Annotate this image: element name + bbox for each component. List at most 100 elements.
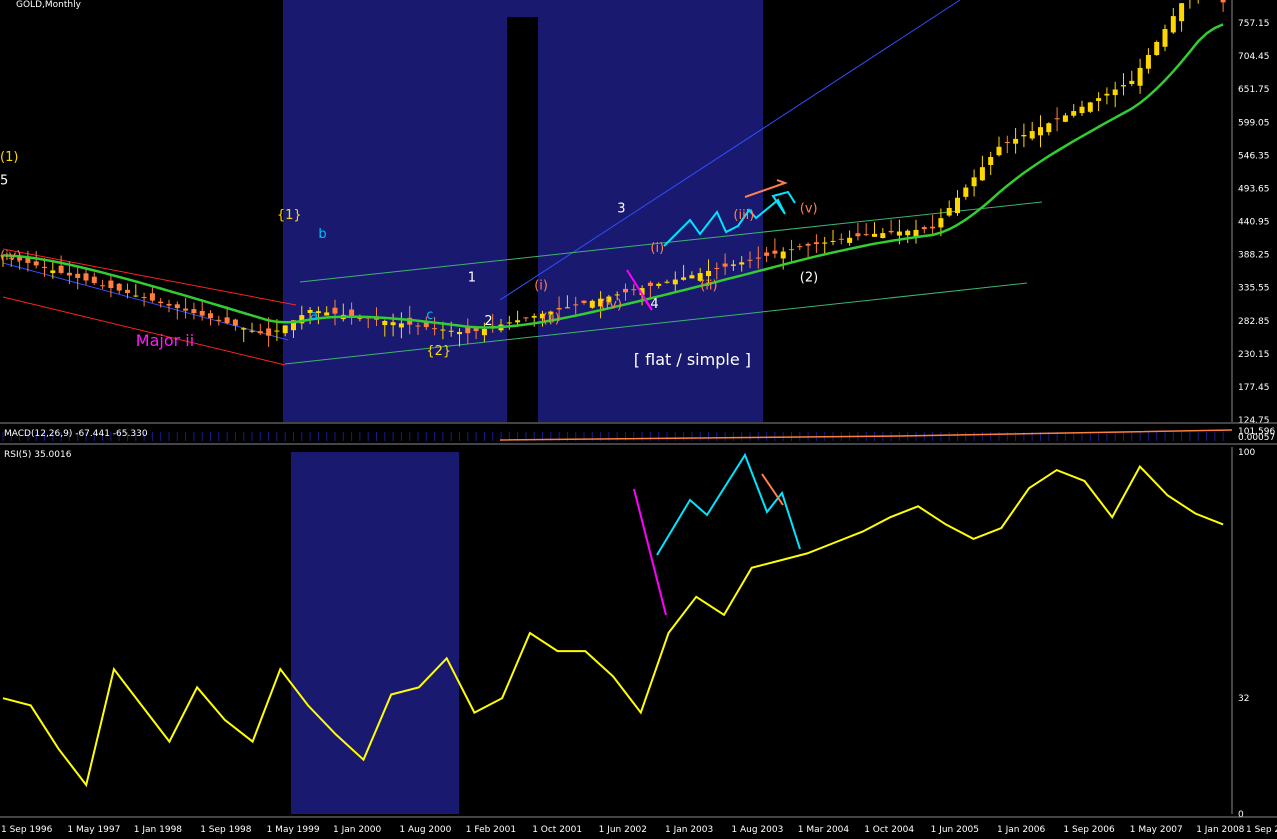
candle-body (664, 281, 670, 283)
candle-body (282, 325, 288, 334)
annotation-label: {1} (277, 208, 302, 223)
date-tick-label: 1 Oct 2001 (532, 825, 582, 835)
candle-body (589, 300, 595, 308)
candle-body (33, 261, 39, 266)
candle-body (722, 263, 728, 267)
candle-body (938, 218, 944, 228)
date-tick-label: 1 May 1999 (267, 825, 320, 835)
candle-body (1179, 3, 1185, 22)
candle-body (1046, 123, 1052, 133)
candle-body (1013, 138, 1019, 144)
candle-body (1062, 115, 1068, 122)
candle-body (988, 156, 994, 166)
candle-body (1112, 89, 1118, 96)
candle-body (191, 309, 197, 314)
candle-body (50, 270, 56, 273)
date-tick-label: 1 Sep 1996 (1, 825, 53, 835)
date-tick-label: 1 Jan 2000 (333, 825, 381, 835)
candle-body (656, 283, 662, 286)
candle-body (216, 319, 222, 321)
date-tick-label: 1 Sep 2008 (1246, 825, 1277, 835)
candle-body (224, 317, 230, 324)
candle-body (905, 230, 911, 236)
candle-body (382, 320, 388, 326)
candle-body (706, 270, 711, 277)
candle-body (573, 304, 579, 306)
candle-body (913, 229, 919, 237)
candle-body (199, 310, 205, 316)
candle-body (166, 303, 172, 306)
candle-body (888, 230, 894, 233)
candle-body (390, 322, 396, 326)
candle-body (1038, 127, 1043, 136)
candle-body (100, 285, 106, 287)
candle-body (813, 242, 819, 245)
annotation-label: (1) (0, 150, 18, 165)
candle-body (838, 238, 844, 240)
candle-body (747, 259, 753, 261)
candle-body (1121, 85, 1126, 87)
band-gap (507, 17, 538, 422)
candle-body (772, 250, 778, 254)
candle-body (108, 280, 114, 289)
date-tick-label: 1 Jan 1998 (134, 825, 182, 835)
price-tick-label: 440.95 (1238, 218, 1270, 228)
candle-body (689, 275, 695, 279)
candle-body (730, 264, 736, 266)
annotation-label: c (426, 308, 433, 323)
annotation-label: (iv) (601, 298, 622, 313)
price-tick-label: 335.55 (1238, 284, 1270, 294)
candle-body (1104, 93, 1110, 96)
rsi-tick-label: 32 (1238, 694, 1249, 704)
candle-body (66, 272, 72, 276)
candle-body (789, 249, 794, 251)
trendline-0 (2, 248, 297, 306)
candle-body (1071, 111, 1077, 116)
candle-body (581, 300, 587, 303)
candle-body (440, 329, 446, 331)
pink-arrow-rsi (633, 488, 667, 616)
orange-arrow-rsi (761, 473, 784, 506)
date-tick-label: 1 Jan 2008 (1196, 825, 1244, 835)
annotation-label: {2} (426, 344, 451, 359)
candle-body (398, 323, 404, 328)
annotation-label: (v) (800, 202, 818, 217)
rsi-tick-label: 100 (1238, 448, 1255, 458)
date-tick-label: 1 Aug 2000 (399, 825, 451, 835)
date-tick-label: 1 May 1997 (67, 825, 120, 835)
annotation-label: 4 (650, 297, 658, 312)
annotation-label: Major ii (136, 331, 194, 350)
price-tick-label: 282.85 (1238, 317, 1270, 327)
candle-body (1220, 0, 1226, 3)
candle-body (83, 273, 89, 281)
candle-body (556, 307, 562, 310)
candle-body (141, 297, 147, 299)
candle-body (481, 328, 487, 336)
candle-body (647, 282, 653, 286)
price-tick-label: 546.35 (1238, 151, 1270, 161)
candle-body (847, 237, 853, 243)
candle-body (1137, 67, 1143, 86)
annotation-label: (ii) (700, 278, 717, 293)
candle-body (174, 304, 180, 309)
price-tick-label: 599.05 (1238, 118, 1270, 128)
annotation-label: 2 (484, 314, 492, 329)
date-tick-label: 1 Jan 2003 (665, 825, 713, 835)
rsi-highlight-band (291, 452, 459, 814)
price-tick-label: 493.65 (1238, 184, 1270, 194)
candle-body (457, 331, 462, 335)
annotation-label: 3 (617, 202, 625, 217)
candle-body (564, 307, 570, 309)
candle-body (1145, 54, 1151, 69)
candle-body (1054, 118, 1060, 120)
date-tick-label: 1 Oct 2004 (864, 825, 914, 835)
candle-body (266, 328, 272, 336)
price-tick-label: 230.15 (1238, 350, 1270, 360)
date-tick-label: 1 Jan 2006 (997, 825, 1045, 835)
date-tick-label: 1 Feb 2001 (466, 825, 516, 835)
candle-body (1129, 80, 1135, 84)
candle-body (42, 266, 47, 268)
candle-body (631, 289, 637, 291)
candle-body (1170, 16, 1176, 33)
candle-body (506, 322, 512, 324)
